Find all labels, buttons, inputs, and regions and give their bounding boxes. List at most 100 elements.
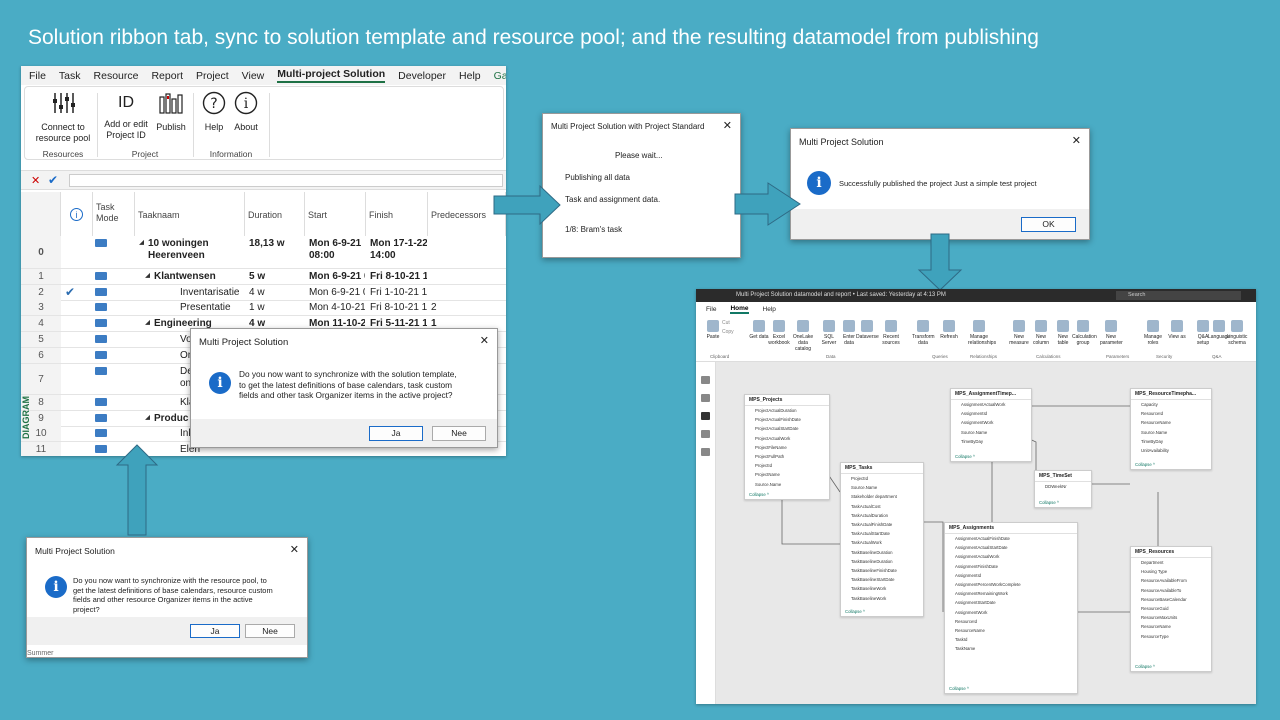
table-field[interactable]: TaskBaselineStartDate bbox=[841, 575, 923, 584]
ribbon-button[interactable]: Transform data bbox=[912, 320, 935, 346]
table-field[interactable]: AssignmentFinishDate bbox=[945, 562, 1077, 571]
table-field[interactable]: ResourceAvailableTo bbox=[1131, 586, 1211, 595]
ribbon-button[interactable]: New column bbox=[1030, 320, 1052, 346]
table-field[interactable]: TaskActualDuration bbox=[841, 511, 923, 520]
table-field[interactable]: TaskBaselineFinishDate bbox=[841, 566, 923, 575]
model-table-card[interactable]: MPS_ResourceTimepha... Capacity ResourceId… bbox=[1130, 388, 1212, 470]
table-field[interactable]: Department bbox=[1131, 558, 1211, 567]
ribbon-button[interactable]: Linguistic schema bbox=[1226, 320, 1248, 346]
table-field[interactable]: ProjectFullPath bbox=[745, 452, 829, 461]
table-field[interactable]: TaskActualStartDate bbox=[841, 529, 923, 538]
table-field[interactable]: Source.Name bbox=[841, 483, 923, 492]
table-field[interactable]: TimeByDay bbox=[1131, 437, 1211, 446]
table-field[interactable]: ResourceType bbox=[1131, 632, 1211, 641]
ribbon-button[interactable]: Dataverse bbox=[856, 320, 879, 340]
table-field[interactable]: ResourceBaseCalendar bbox=[1131, 595, 1211, 604]
ribbon-button[interactable]: Manage relationships bbox=[968, 320, 996, 346]
table-field[interactable]: TaskBaselineDuration bbox=[841, 557, 923, 566]
table-field[interactable]: ResourceGuid bbox=[1131, 604, 1211, 613]
table-field[interactable]: ProjectActualDuration bbox=[745, 406, 829, 415]
ribbon-button[interactable]: Excel workbook bbox=[768, 320, 790, 346]
model-view-icon[interactable] bbox=[701, 412, 710, 420]
table-field[interactable]: AssignmentStartDate bbox=[945, 598, 1077, 607]
table-field[interactable]: ProjectId bbox=[841, 474, 923, 483]
table-field[interactable]: Stakeholder department bbox=[841, 492, 923, 501]
table-field[interactable]: ResourceName bbox=[945, 626, 1077, 635]
table-field[interactable]: AssignmentId bbox=[945, 571, 1077, 580]
table-field[interactable]: TimeByDay bbox=[951, 437, 1031, 446]
table-field[interactable]: TaskActualCost bbox=[841, 502, 923, 511]
model-table-card[interactable]: MPS_Assignments AssignmentActualFinishDat… bbox=[944, 522, 1078, 694]
table-field[interactable]: Source.Name bbox=[1131, 428, 1211, 437]
collapse-link[interactable]: Collapse ^ bbox=[955, 454, 975, 459]
table-field[interactable]: AssignmentPercentWorkComplete bbox=[945, 580, 1077, 589]
ribbon-button[interactable]: Calculation group bbox=[1072, 320, 1097, 346]
table-view-icon[interactable] bbox=[701, 394, 710, 402]
table-field[interactable]: ResourceName bbox=[1131, 622, 1211, 631]
table-field[interactable]: AssignmentWork bbox=[951, 418, 1031, 427]
ribbon-button[interactable]: View as bbox=[1166, 320, 1188, 340]
tmdl-view-icon[interactable] bbox=[701, 448, 710, 456]
collapse-link[interactable]: Collapse ^ bbox=[749, 492, 769, 497]
table-field[interactable]: Capacity bbox=[1131, 400, 1211, 409]
table-field[interactable]: TaskBaselineDuration bbox=[841, 548, 923, 557]
ribbon-button[interactable]: Manage roles bbox=[1142, 320, 1164, 346]
model-table-card[interactable]: MPS_TimeSet DDWeekNr Collapse ^ bbox=[1034, 470, 1092, 508]
collapse-link[interactable]: Collapse ^ bbox=[845, 609, 865, 614]
table-field[interactable]: AssignmentActualFinishDate bbox=[945, 534, 1077, 543]
table-field[interactable]: ProjectActualStartDate bbox=[745, 424, 829, 433]
ribbon-button[interactable]: New table bbox=[1052, 320, 1074, 346]
model-canvas[interactable]: MPS_Projects ProjectActualDuration Project… bbox=[716, 362, 1256, 704]
table-field[interactable]: ProjectId bbox=[745, 461, 829, 470]
collapse-link[interactable]: Collapse ^ bbox=[1135, 664, 1155, 669]
table-field[interactable]: AssignmentActualWork bbox=[945, 552, 1077, 561]
model-table-card[interactable]: MPS_Tasks ProjectId Source.Name Stakeholder… bbox=[840, 462, 924, 617]
menu-file[interactable]: File bbox=[706, 306, 716, 313]
table-field[interactable]: Source.Name bbox=[745, 480, 829, 489]
table-field[interactable]: ResourceName bbox=[1131, 418, 1211, 427]
table-field[interactable]: AssignmentRemainingWork bbox=[945, 589, 1077, 598]
collapse-link[interactable]: Collapse ^ bbox=[1135, 462, 1155, 467]
ribbon-button[interactable]: Recent sources bbox=[880, 320, 902, 346]
table-field[interactable]: Source.Name bbox=[951, 428, 1031, 437]
table-field[interactable]: AssignmentId bbox=[951, 409, 1031, 418]
ribbon-button[interactable]: New measure bbox=[1008, 320, 1030, 346]
table-field[interactable]: TaskActualFinishDate bbox=[841, 520, 923, 529]
table-field[interactable]: DDWeekNr bbox=[1035, 482, 1091, 491]
ribbon-button[interactable]: Refresh bbox=[938, 320, 960, 340]
ribbon-button[interactable]: Get data bbox=[748, 320, 770, 340]
table-field[interactable]: TaskBaselineWork bbox=[841, 584, 923, 593]
collapse-link[interactable]: Collapse ^ bbox=[1039, 500, 1059, 505]
table-field[interactable]: TaskName bbox=[945, 644, 1077, 653]
table-field[interactable]: UnitAvailability bbox=[1131, 446, 1211, 455]
ribbon-button[interactable]: Paste bbox=[702, 320, 724, 340]
table-field[interactable]: ProjectActualWork bbox=[745, 434, 829, 443]
table-field[interactable]: ResourceMaxUnits bbox=[1131, 613, 1211, 622]
ribbon-button[interactable]: OneLake data catalog bbox=[792, 320, 814, 352]
ribbon-label: Excel workbook bbox=[768, 334, 790, 346]
table-field[interactable]: ProjectFileName bbox=[745, 443, 829, 452]
menu-home[interactable]: Home bbox=[730, 305, 749, 314]
dax-query-icon[interactable] bbox=[701, 430, 710, 438]
model-table-card[interactable]: MPS_AssignmentTimep... AssignmentActualWo… bbox=[950, 388, 1032, 462]
collapse-link[interactable]: Collapse ^ bbox=[949, 686, 969, 691]
ribbon-button[interactable]: New parameter bbox=[1100, 320, 1123, 346]
table-field[interactable]: AssignmentActualStartDate bbox=[945, 543, 1077, 552]
table-field[interactable]: TaskBaselineWork bbox=[841, 594, 923, 603]
table-field[interactable]: AssignmentActualWork bbox=[951, 400, 1031, 409]
table-field[interactable]: ResourceId bbox=[1131, 409, 1211, 418]
model-table-card[interactable]: MPS_Resources Department Housing Type Resou… bbox=[1130, 546, 1212, 672]
menu-help[interactable]: Help bbox=[763, 306, 776, 313]
table-field[interactable]: ProjectActualFinishDate bbox=[745, 415, 829, 424]
search-input[interactable]: Search bbox=[1116, 291, 1241, 300]
report-view-icon[interactable] bbox=[701, 376, 710, 384]
model-table-card[interactable]: MPS_Projects ProjectActualDuration Project… bbox=[744, 394, 830, 500]
table-field[interactable]: ResourceAvailableFrom bbox=[1131, 576, 1211, 585]
table-field[interactable]: AssignmentWork bbox=[945, 608, 1077, 617]
table-field[interactable]: ResourceId bbox=[945, 617, 1077, 626]
ribbon-button[interactable]: SQL Server bbox=[818, 320, 840, 346]
table-field[interactable]: Housing Type bbox=[1131, 567, 1211, 576]
table-field[interactable]: TaskId bbox=[945, 635, 1077, 644]
table-field[interactable]: TaskActualWork bbox=[841, 538, 923, 547]
table-field[interactable]: ProjectName bbox=[745, 470, 829, 479]
